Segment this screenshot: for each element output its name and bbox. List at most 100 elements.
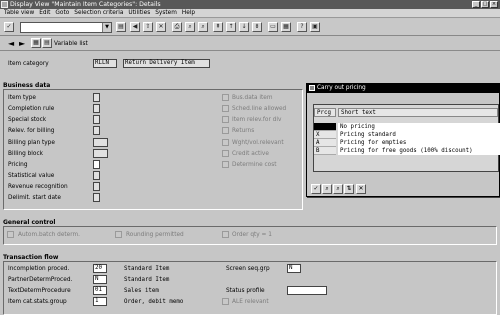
item-cat-stats-group-desc: Order, debit memo (124, 299, 184, 305)
search-icon[interactable]: ⌕ (322, 184, 332, 194)
status-profile-field[interactable] (287, 286, 327, 295)
sort-icon[interactable]: ⇅ (344, 184, 354, 194)
autom-batch-determ-checkbox[interactable] (7, 231, 14, 238)
next-page-icon[interactable]: ↓ (239, 22, 249, 32)
item-type-field[interactable] (93, 93, 100, 102)
table-row-code[interactable]: X (314, 131, 336, 139)
determine-cost-label: Determine cost (232, 162, 277, 168)
item-cat-stats-group-field[interactable]: 1 (93, 297, 107, 306)
incompletion-proced-field[interactable]: 20 (93, 264, 107, 273)
confirm-icon[interactable]: ✓ (311, 184, 321, 194)
delimit-start-date-field[interactable] (93, 193, 100, 202)
item-type-label: Item type (8, 95, 36, 101)
menu-help[interactable]: Help (182, 9, 195, 17)
returns-checkbox[interactable] (222, 127, 229, 134)
column-header-prcg[interactable]: Prcg (314, 108, 336, 117)
sched-line-allowed-checkbox[interactable] (222, 105, 229, 112)
autom-batch-determ-label: Autom.batch determ. (18, 232, 81, 238)
bus-data-item-checkbox[interactable] (222, 94, 229, 101)
cancel-icon[interactable]: ✕ (156, 22, 166, 32)
partner-determ-proced-label: PartnerDetermProced. (8, 277, 73, 283)
pricing-label: Pricing (8, 162, 28, 168)
partner-determ-proced-field[interactable]: N (93, 275, 107, 284)
item-relev-for-dlv-checkbox[interactable] (222, 116, 229, 123)
menu-edit[interactable]: Edit (39, 9, 50, 17)
screen-seq-grp-field[interactable]: N (287, 264, 301, 273)
command-field[interactable]: ▼ (20, 22, 112, 33)
business-data-title: Business data (3, 82, 51, 89)
wght-vol-relevant-checkbox[interactable] (222, 139, 229, 146)
revenue-recognition-field[interactable] (93, 182, 100, 191)
ale-relevant-label: ALE relevant (232, 299, 269, 305)
chevron-down-icon[interactable]: ▼ (102, 23, 111, 32)
application-toolbar: ◄ ► ▦ ▤ Variable list (0, 37, 500, 51)
previous-page-icon[interactable]: ↑ (226, 22, 236, 32)
credit-active-label: Credit active (232, 151, 269, 157)
first-page-icon[interactable]: ⇞ (213, 22, 223, 32)
variable-list-button[interactable]: Variable list (54, 41, 88, 47)
general-control-title: General control (3, 219, 56, 226)
menu-table-view[interactable]: Table view (4, 9, 34, 17)
table-row-text[interactable]: Pricing for empties (338, 139, 500, 147)
statistical-value-field[interactable] (93, 171, 100, 180)
print-icon[interactable]: ⎙ (172, 22, 182, 32)
dialog-title-bar: Carry out pricing (307, 84, 499, 93)
determine-cost-checkbox[interactable] (222, 161, 229, 168)
special-stock-label: Special stock (8, 117, 47, 123)
table-row-text[interactable]: Pricing for free goods (100% discount) (338, 147, 500, 155)
previous-entry-icon[interactable]: ◄ (8, 39, 14, 49)
table-row-text[interactable]: No pricing (338, 123, 500, 131)
enter-icon[interactable]: ✓ (4, 22, 14, 32)
help-icon[interactable]: ? (297, 22, 307, 32)
revenue-recognition-label: Revenue recognition (8, 184, 68, 190)
close-button[interactable]: × (490, 1, 498, 8)
billing-plan-type-field[interactable] (93, 138, 108, 147)
table-row-code[interactable]: B (314, 147, 336, 155)
standard-toolbar: ✓ ▼ ▤ ◀ ⇧ ✕ ⎙ ⌕ ⌕ ⇞ ↑ ↓ ⇟ ▭ ▦ ? ▣ (0, 19, 500, 36)
column-header-short-text[interactable]: Short text (338, 108, 498, 117)
completion-rule-field[interactable] (93, 104, 100, 113)
item-category-field[interactable]: RLLN (93, 59, 117, 68)
pricing-field[interactable] (93, 160, 100, 169)
billing-block-field[interactable] (93, 149, 108, 158)
billing-block-label: Billing block (8, 151, 43, 157)
relev-for-billing-field[interactable] (93, 126, 100, 135)
window-title-bar: Display View "Maintain Item Categories":… (0, 0, 500, 9)
text-determ-procedure-desc: Sales item (124, 288, 159, 294)
menu-utilities[interactable]: Utilities (128, 9, 150, 17)
back-icon[interactable]: ◀ (130, 22, 140, 32)
system-menu-icon[interactable] (1, 1, 8, 8)
exit-icon[interactable]: ⇧ (143, 22, 153, 32)
find-icon[interactable]: ⌕ (185, 22, 195, 32)
table-icon[interactable]: ▦ (31, 38, 41, 48)
variable-list-icon[interactable]: ▤ (42, 38, 52, 48)
shortcut-icon[interactable]: ▦ (281, 22, 291, 32)
item-category-description: Return Delivery Item (123, 59, 210, 68)
credit-active-checkbox[interactable] (222, 150, 229, 157)
layout-icon[interactable]: ▣ (310, 22, 320, 32)
minimize-button[interactable]: _ (472, 1, 480, 8)
table-row-code[interactable] (314, 123, 336, 131)
save-icon[interactable]: ▤ (116, 22, 126, 32)
menu-goto[interactable]: Goto (55, 9, 69, 17)
menu-selection-criteria[interactable]: Selection criteria (74, 9, 123, 17)
cancel-icon[interactable]: ✕ (356, 184, 366, 194)
menu-system[interactable]: System (155, 9, 177, 17)
rounding-permitted-label: Rounding permitted (126, 232, 184, 238)
text-determ-procedure-field[interactable]: 01 (93, 286, 107, 295)
table-row-text[interactable]: Pricing standard (338, 131, 500, 139)
find-next-icon[interactable]: ⌕ (333, 184, 343, 194)
new-session-icon[interactable]: ▭ (268, 22, 278, 32)
order-qty-1-checkbox[interactable] (222, 231, 229, 238)
special-stock-field[interactable] (93, 115, 100, 124)
maximize-button[interactable]: □ (481, 1, 489, 8)
next-entry-icon[interactable]: ► (19, 39, 25, 49)
window-title: Display View "Maintain Item Categories":… (10, 1, 161, 8)
carry-out-pricing-dialog: Carry out pricing Prcg Short text No pri… (306, 83, 500, 197)
screen-seq-grp-label: Screen seq.grp (226, 266, 270, 272)
rounding-permitted-checkbox[interactable] (115, 231, 122, 238)
ale-relevant-checkbox[interactable] (222, 298, 229, 305)
find-next-icon[interactable]: ⌕ (198, 22, 208, 32)
last-page-icon[interactable]: ⇟ (252, 22, 262, 32)
table-row-code[interactable]: A (314, 139, 336, 147)
